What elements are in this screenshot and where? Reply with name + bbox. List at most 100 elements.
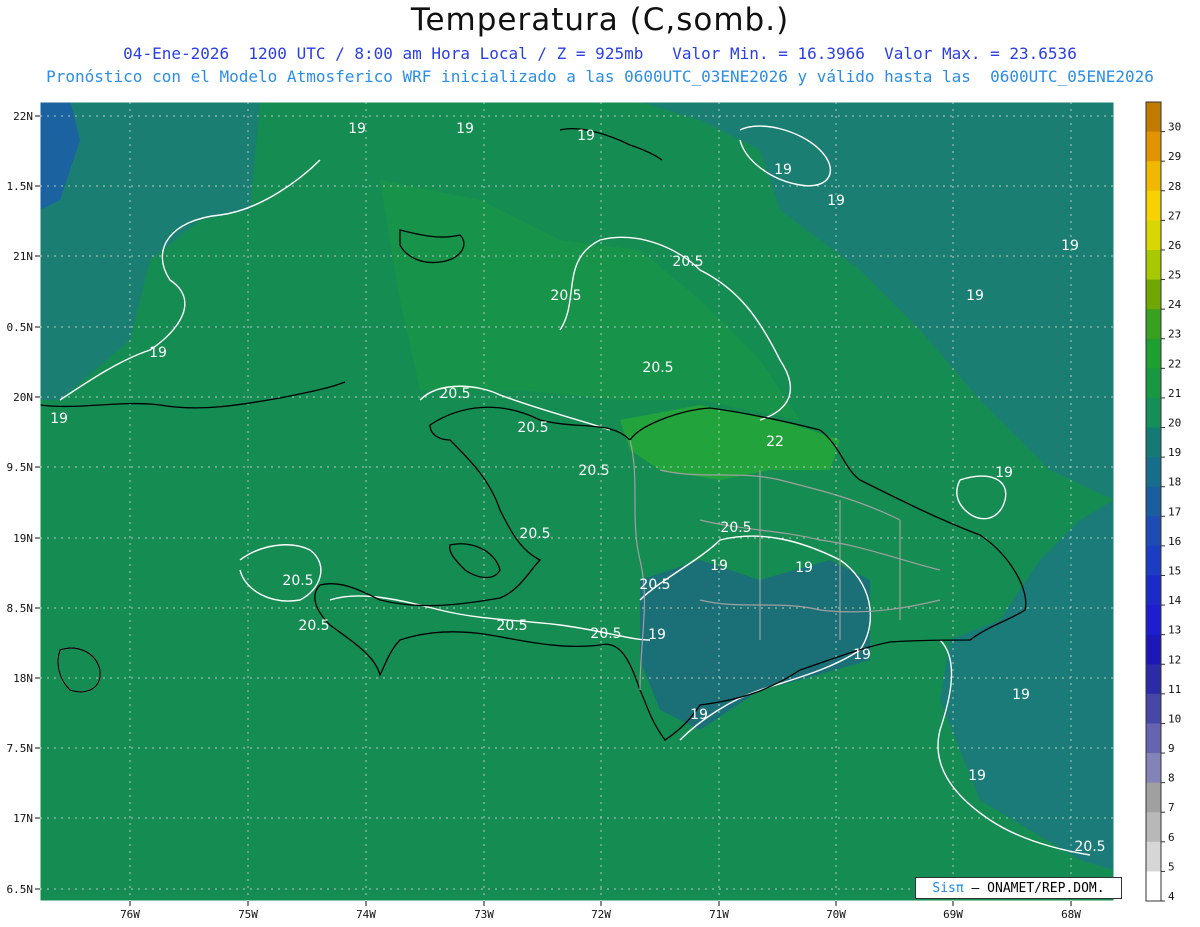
colorbar-label: 15	[1168, 564, 1181, 577]
colorbar-swatch	[1146, 841, 1161, 872]
lat-tick-label: 19N	[13, 532, 33, 545]
colorbar-swatch	[1146, 220, 1161, 251]
colorbar-swatch	[1146, 545, 1161, 576]
contour-label: 19	[1012, 687, 1030, 703]
contour-label: 20.5	[550, 288, 581, 304]
contour-label: 20.5	[1074, 839, 1105, 855]
colorbar-label: 9	[1168, 742, 1175, 755]
contour-label: 19	[710, 558, 728, 574]
credit-box: Sisπ – ONAMET/REP.DOM.	[915, 877, 1122, 899]
lat-tick-label: 21N	[13, 250, 33, 263]
colorbar-swatch	[1146, 782, 1161, 813]
contour-label: 20.5	[639, 577, 670, 593]
colorbar-label: 8	[1168, 772, 1175, 785]
contour-label: 19	[50, 411, 68, 427]
colorbar-label: 14	[1168, 594, 1182, 607]
contour-label: 19	[690, 707, 708, 723]
colorbar-label: 24	[1168, 298, 1182, 311]
colorbar-swatch	[1146, 309, 1161, 340]
colorbar-label: 22	[1168, 357, 1181, 370]
colorbar-label: 27	[1168, 209, 1181, 222]
colorbar-swatch	[1146, 516, 1161, 547]
colorbar-swatch	[1146, 131, 1161, 162]
colorbar-swatch	[1146, 368, 1161, 399]
contour-label: 20.5	[672, 254, 703, 270]
colorbar-label: 6	[1168, 831, 1175, 844]
lon-tick-label: 70W	[826, 908, 846, 921]
temperature-map: 19 19 19 19 19 19 19 19 19 19 19 19 19 19 19 19 19 20.5 20…	[7, 101, 1182, 921]
contour-label: 20.5	[496, 618, 527, 634]
lon-tick-label: 76W	[120, 908, 140, 921]
colorbar-label: 26	[1168, 239, 1181, 252]
colorbar-swatch	[1146, 753, 1161, 784]
contour-label: 20.5	[517, 420, 548, 436]
contour-label: 19	[648, 627, 666, 643]
credit-text: – ONAMET/REP.DOM.	[963, 881, 1105, 896]
contour-label: 20.5	[642, 360, 673, 376]
colorbar-label: 20	[1168, 417, 1181, 430]
colorbar-swatch	[1146, 279, 1161, 310]
contour-label: 19	[995, 465, 1013, 481]
colorbar-swatch	[1146, 190, 1161, 221]
colorbar-swatch	[1146, 102, 1161, 133]
colorbar-swatch	[1146, 812, 1161, 843]
colorbar-swatch	[1146, 338, 1161, 369]
colorbar-swatch	[1146, 693, 1161, 724]
lon-tick-label: 74W	[356, 908, 376, 921]
contour-label: 22	[766, 434, 784, 450]
colorbar-label: 29	[1168, 150, 1181, 163]
lon-tick-label: 69W	[943, 908, 963, 921]
colorbar-label: 17	[1168, 505, 1181, 518]
contour-label: 20.5	[439, 386, 470, 402]
contour-label: 19	[456, 121, 474, 137]
lon-tick-label: 73W	[474, 908, 494, 921]
contour-label: 19	[348, 121, 366, 137]
lat-tick-label: 9.5N	[7, 461, 34, 474]
colorbar-swatch	[1146, 605, 1161, 636]
colorbar-label: 13	[1168, 624, 1181, 637]
contour-label: 19	[1061, 238, 1079, 254]
colorbar-swatch	[1146, 575, 1161, 606]
contour-label: 19	[149, 345, 167, 361]
colorbar-swatch	[1146, 427, 1161, 458]
sispi-logo-text: Sisπ	[932, 881, 964, 896]
lat-tick-label: 18N	[13, 672, 33, 685]
contour-label: 19	[827, 193, 845, 209]
colorbar-swatch	[1146, 486, 1161, 517]
colorbar-label: 11	[1168, 683, 1181, 696]
lat-tick-label: 7.5N	[7, 742, 34, 755]
lat-tick-label: 20N	[13, 391, 33, 404]
colorbar-swatch	[1146, 161, 1161, 192]
lat-tick-label: 17N	[13, 812, 33, 825]
colorbar-label: 7	[1168, 801, 1175, 814]
colorbar-label: 12	[1168, 653, 1181, 666]
contour-label: 20.5	[519, 526, 550, 542]
colorbar-label: 25	[1168, 269, 1181, 282]
colorbar-label: 4	[1168, 890, 1175, 903]
lat-tick-label: 22N	[13, 110, 33, 123]
contour-label: 19	[966, 288, 984, 304]
lat-tick-label: 0.5N	[7, 321, 34, 334]
lat-tick-label: 6.5N	[7, 883, 34, 896]
contour-label: 20.5	[720, 520, 751, 536]
colorbar-swatch	[1146, 664, 1161, 695]
colorbar-label: 5	[1168, 860, 1175, 873]
contour-label: 20.5	[590, 626, 621, 642]
colorbar-label: 30	[1168, 121, 1181, 134]
lon-tick-label: 71W	[709, 908, 729, 921]
colorbar-label: 16	[1168, 535, 1181, 548]
colorbar-label: 19	[1168, 446, 1181, 459]
contour-label: 19	[853, 647, 871, 663]
colorbar-swatch	[1146, 871, 1161, 902]
colorbar-swatch	[1146, 634, 1161, 665]
latitude-axis: 22N 1.5N 21N 0.5N 20N 9.5N 19N 8.5N 18N 7.5N 17N 6.…	[7, 110, 40, 896]
contour-label: 20.5	[282, 573, 313, 589]
colorbar-label: 18	[1168, 476, 1181, 489]
contour-label: 19	[774, 162, 792, 178]
colorbar-swatch	[1146, 249, 1161, 281]
colorbar-swatch	[1146, 457, 1161, 488]
colorbar-swatch	[1146, 397, 1161, 429]
lon-tick-label: 68W	[1061, 908, 1081, 921]
contour-label: 19	[795, 560, 813, 576]
lon-tick-label: 72W	[591, 908, 611, 921]
